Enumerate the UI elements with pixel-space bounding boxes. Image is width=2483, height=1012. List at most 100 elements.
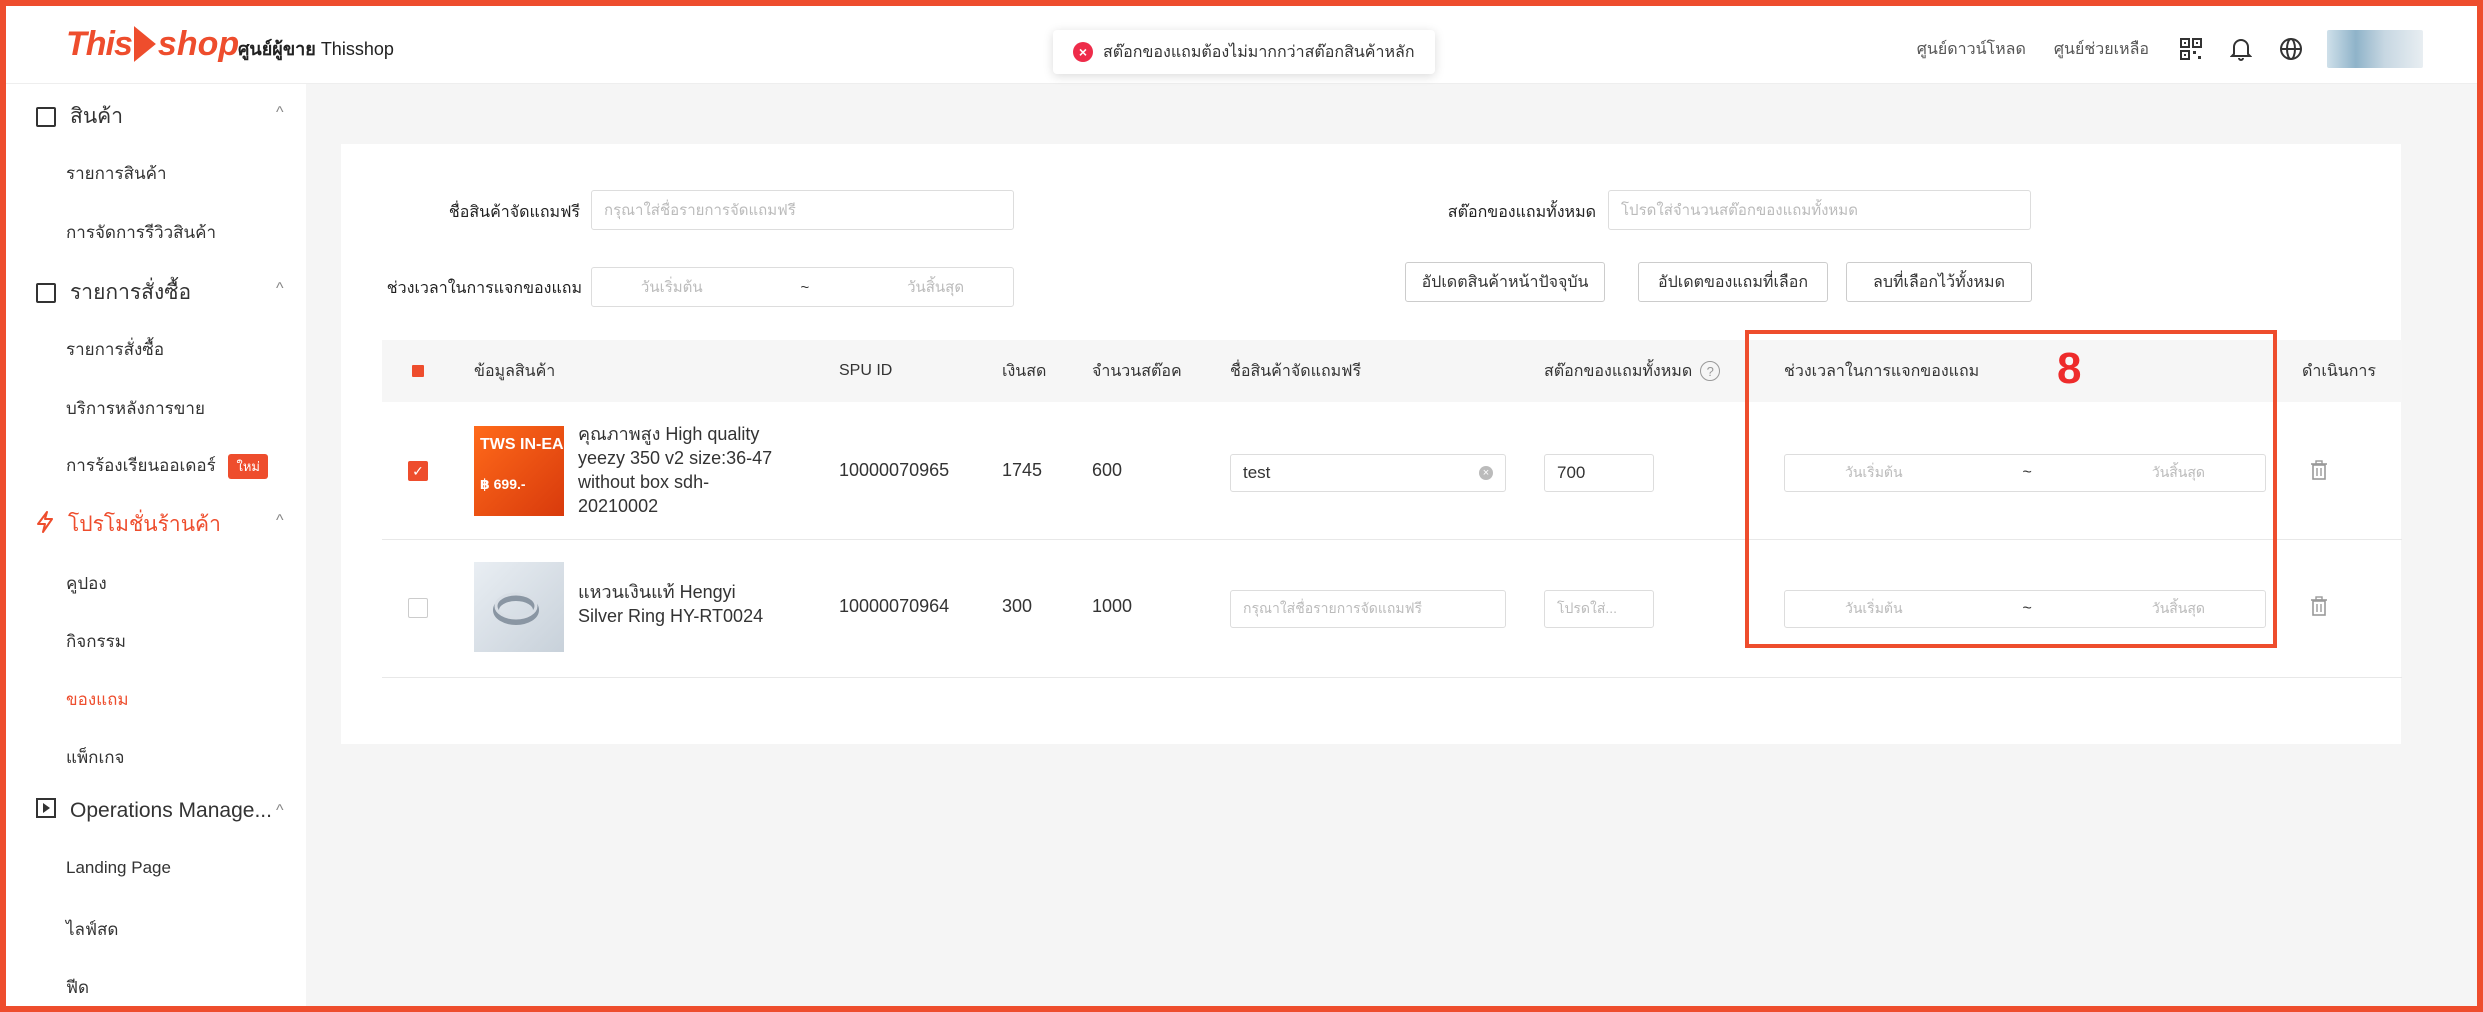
gift-period-date-range[interactable]: วันเริ่มต้น ~ วันสิ้นสุด <box>1784 590 2266 628</box>
product-thumbnail[interactable] <box>474 562 564 652</box>
delete-selected-button[interactable]: ลบที่เลือกไว้ทั้งหมด <box>1846 262 2032 302</box>
gift-period-date-range[interactable]: วันเริ่มต้น ~ วันสิ้นสุด <box>1784 454 2266 492</box>
lightning-icon <box>36 510 54 539</box>
sidebar-group-label: Operations Manage... <box>70 799 272 822</box>
logo-text-shop: shop <box>157 24 240 63</box>
period-date-range[interactable]: วันเริ่มต้น ~ วันสิ้นสุด <box>591 267 1014 307</box>
sidebar-item-feed[interactable]: ฟีด <box>66 974 89 1001</box>
sidebar-item-after-sales[interactable]: บริการหลังการขาย <box>66 395 205 422</box>
gift-name-value: test <box>1243 463 1271 482</box>
start-date-placeholder: วันเริ่มต้น <box>1844 464 1903 480</box>
annotation-number: 8 <box>2057 344 2082 393</box>
header-gift-name: ชื่อสินค้าจัดแถมฟรี <box>1230 362 1362 380</box>
header-total-gift-stock: สต๊อกของแถมทั้งหมด ? <box>1544 340 1721 402</box>
sidebar-item-review-management[interactable]: การจัดการรีวิวสินค้า <box>66 219 216 246</box>
period-label: ช่วงเวลาในการแจกของแถม <box>386 280 582 297</box>
stock: 1000 <box>1092 596 1133 616</box>
table-row: แหวนเงินแท้ Hengyi Silver Ring HY-RT0024… <box>382 540 2402 678</box>
sidebar-item-label: การร้องเรียนออเดอร์ <box>66 456 216 475</box>
sidebar-item-packages[interactable]: แพ็กเกจ <box>66 744 125 771</box>
row-checkbox[interactable] <box>408 598 428 618</box>
sidebar-group-label: สินค้า <box>70 105 124 128</box>
chevron-up-icon[interactable]: ^ <box>276 802 284 820</box>
gift-name-field[interactable]: กรุณาใส่ชื่อรายการจัดแถมฟรี <box>1230 590 1506 628</box>
sidebar-item-product-list[interactable]: รายการสินค้า <box>66 160 167 187</box>
price: 1745 <box>1002 460 1043 480</box>
sidebar-group-operations[interactable]: Operations Manage... <box>36 798 272 824</box>
sidebar-item-order-list[interactable]: รายการสั่งซื้อ <box>66 336 164 363</box>
help-circle-icon[interactable]: ? <box>1700 361 1721 381</box>
seller-center-title: ศูนย์ผู้ขาย Thisshop <box>238 34 394 63</box>
gift-name-field[interactable]: test × <box>1230 454 1506 492</box>
new-badge: ใหม่ <box>228 454 268 480</box>
toast-message: สต๊อกของแถมต้องไม่มากกว่าสต๊อกสินค้าหลัก <box>1103 43 1415 61</box>
end-date-placeholder: วันสิ้นสุด <box>2151 600 2206 616</box>
sidebar-group-promotions[interactable]: โปรโมชั่นร้านค้า <box>36 508 221 541</box>
header-actions: ศูนย์ดาวน์โหลด ศูนย์ช่วยเหลือ <box>1917 30 2423 68</box>
end-date-placeholder: วันสิ้นสุด <box>907 279 965 296</box>
clear-icon[interactable]: × <box>1479 466 1493 480</box>
logo-bag-icon <box>133 26 156 62</box>
price: 300 <box>1002 596 1033 616</box>
sidebar-group-label: โปรโมชั่นร้านค้า <box>68 513 221 536</box>
sidebar-item-activities[interactable]: กิจกรรม <box>66 628 126 655</box>
start-date-placeholder: วันเริ่มต้น <box>640 279 703 296</box>
play-icon <box>36 798 56 824</box>
bell-icon[interactable] <box>2227 35 2255 63</box>
start-date-placeholder: วันเริ่มต้น <box>1844 600 1903 616</box>
sidebar-item-landing-page[interactable]: Landing Page <box>66 858 171 878</box>
sidebar-item-gifts[interactable]: ของแถม <box>66 686 129 713</box>
total-stock-label: สต๊อกของแถมทั้งหมด <box>1447 204 1596 221</box>
product-name[interactable]: คุณภาพสูง High quality yeezy 350 v2 size… <box>578 422 778 518</box>
header-product-info: ข้อมูลสินค้า <box>474 362 556 380</box>
range-separator: ~ <box>2022 464 2032 481</box>
total-stock-input[interactable]: โปรดใส่จำนวนสต๊อกของแถมทั้งหมด <box>1608 190 2031 230</box>
end-date-placeholder: วันสิ้นสุด <box>2151 464 2206 480</box>
table-header: ข้อมูลสินค้า SPU ID เงินสด จำนวนสต๊อค ชื… <box>382 340 2402 402</box>
error-icon: × <box>1073 42 1093 62</box>
spu-id: 10000070964 <box>839 596 950 616</box>
sidebar-group-orders[interactable]: รายการสั่งซื้อ <box>36 276 191 309</box>
product-name[interactable]: แหวนเงินแท้ Hengyi Silver Ring HY-RT0024 <box>578 580 778 628</box>
header-period: ช่วงเวลาในการแจกของแถม <box>1784 362 1980 380</box>
product-thumbnail[interactable]: TWS IN-EA ฿ 699.- <box>474 426 564 516</box>
product-icon <box>36 106 56 127</box>
sidebar-item-order-complaints[interactable]: การร้องเรียนออเดอร์ ใหม่ <box>66 452 268 480</box>
update-current-page-button[interactable]: อัปเดตสินค้าหน้าปัจจุบัน <box>1405 262 1605 302</box>
chevron-up-icon[interactable]: ^ <box>276 280 284 298</box>
chevron-up-icon[interactable]: ^ <box>276 512 284 530</box>
globe-icon[interactable] <box>2277 35 2305 63</box>
gift-name-input[interactable]: กรุณาใส่ชื่อรายการจัดแถมฟรี <box>591 190 1014 230</box>
stock: 600 <box>1092 460 1123 480</box>
header-price: เงินสด <box>1002 362 1047 380</box>
download-center-link[interactable]: ศูนย์ดาวน์โหลด <box>1917 37 2026 62</box>
sidebar-item-coupons[interactable]: คูปอง <box>66 570 107 597</box>
order-icon <box>36 282 56 303</box>
brand-label: Thisshop <box>320 39 394 59</box>
thisshop-logo[interactable]: This shop <box>66 22 239 66</box>
header-actions: ดำเนินการ <box>2302 362 2376 380</box>
chevron-up-icon[interactable]: ^ <box>276 104 284 122</box>
trash-icon[interactable] <box>2310 460 2328 480</box>
qr-code-icon[interactable] <box>2177 35 2205 63</box>
top-header: This shop ศูนย์ผู้ขาย Thisshop × สต๊อกขอ… <box>0 0 2483 84</box>
gift-stock-field[interactable]: โปรดใส่... <box>1544 590 1654 628</box>
trash-icon[interactable] <box>2310 596 2328 616</box>
gift-stock-field[interactable]: 700 <box>1544 454 1654 492</box>
sidebar-group-products[interactable]: สินค้า <box>36 100 123 133</box>
gift-name-label: ชื่อสินค้าจัดแถมฟรี <box>448 204 580 221</box>
header-spu-id: SPU ID <box>839 362 893 379</box>
thumbnail-price: ฿ 699.- <box>480 476 526 492</box>
sidebar-item-live[interactable]: ไลฟ์สด <box>66 916 118 943</box>
avatar[interactable] <box>2327 30 2423 68</box>
spu-id: 10000070965 <box>839 460 950 480</box>
header-stock: จำนวนสต๊อค <box>1092 362 1182 380</box>
seller-center-label: ศูนย์ผู้ขาย <box>238 39 316 59</box>
range-separator: ~ <box>2022 600 2032 617</box>
help-center-link[interactable]: ศูนย์ช่วยเหลือ <box>2054 37 2149 62</box>
thumbnail-text: TWS IN-EA <box>480 436 564 453</box>
sidebar: สินค้า ^ รายการสินค้า การจัดการรีวิวสินค… <box>6 84 306 1012</box>
row-checkbox[interactable]: ✓ <box>408 461 428 481</box>
update-selected-gifts-button[interactable]: อัปเดตของแถมที่เลือก <box>1638 262 1828 302</box>
select-all-checkbox[interactable] <box>412 365 424 377</box>
